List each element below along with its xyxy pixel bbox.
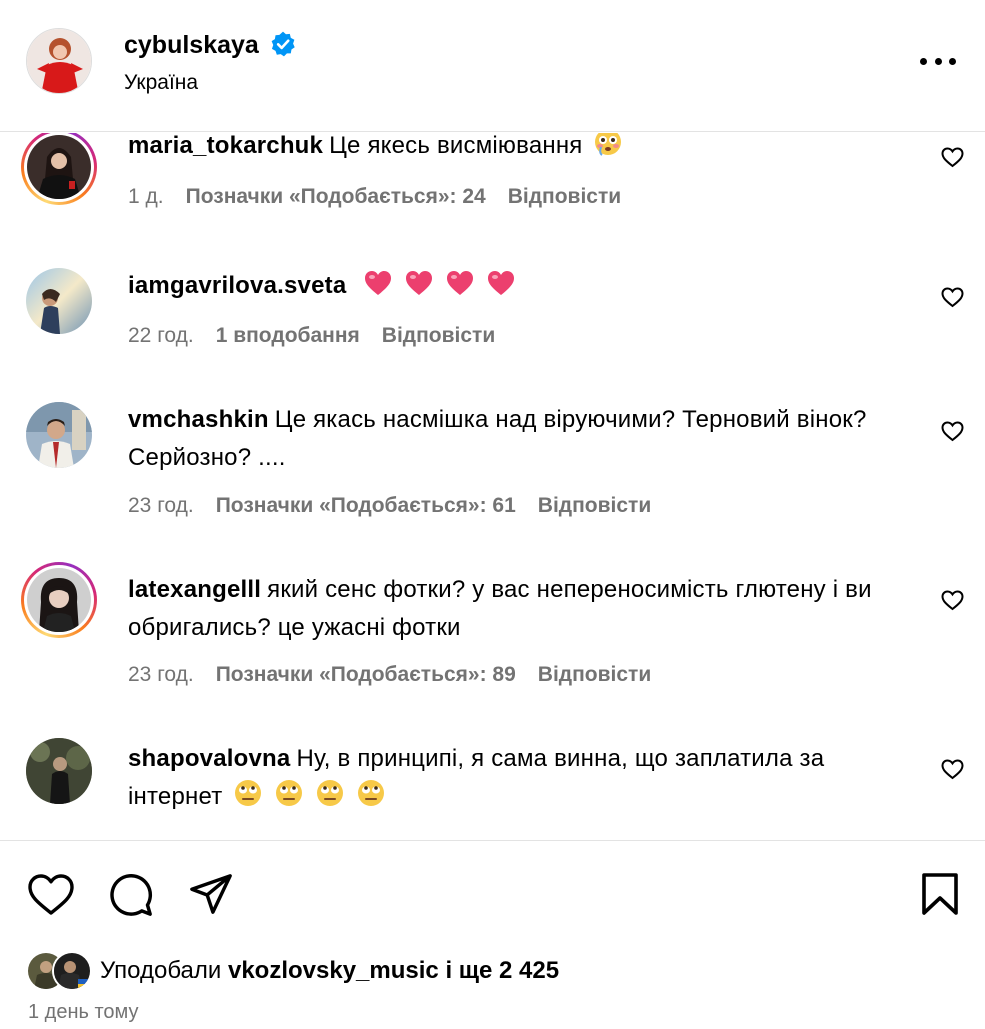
comment-username[interactable]: iamgavrilova.sveta	[128, 272, 346, 299]
heart-emoji-icon	[406, 271, 433, 295]
author-avatar[interactable]	[26, 28, 92, 94]
comment-meta: 1 д. Позначки «Подобається»: 24 Відповісти	[128, 185, 621, 209]
like-comment-heart-icon[interactable]	[940, 145, 965, 169]
like-comment-heart-icon[interactable]	[940, 285, 965, 309]
like-comment-heart-icon[interactable]	[940, 419, 965, 443]
verified-badge-icon	[271, 31, 295, 57]
comment-item: latexangelll який сенс фотки? у вас непер…	[0, 562, 985, 693]
commenter-avatar[interactable]	[21, 133, 97, 205]
comments-list[interactable]: maria_tokarchuk Це якесь висміювання 1 д.…	[0, 133, 985, 839]
comment-text: vmchashkin Це якась насмішка над віруючим…	[128, 401, 918, 477]
flushed-emoji-icon	[595, 133, 622, 156]
comment-text: shapovalovna Ну, в принципі, я сама винна…	[128, 740, 918, 816]
reply-button[interactable]: Відповісти	[538, 663, 651, 686]
likes-prefix: Уподобали	[100, 957, 222, 984]
comment-meta: 22 год. 1 вподобання Відповісти	[128, 324, 495, 348]
comment-likes[interactable]: Позначки «Подобається»: 89	[216, 663, 516, 686]
reply-button[interactable]: Відповісти	[382, 324, 495, 347]
comment-likes[interactable]: 1 вподобання	[216, 324, 360, 347]
commenter-avatar[interactable]	[26, 268, 92, 334]
eye-roll-emoji-icon	[276, 780, 303, 806]
liker-username[interactable]: vkozlovsky_music	[228, 957, 439, 984]
share-send-icon[interactable]	[188, 872, 234, 916]
author-username[interactable]: cybulskaya	[124, 31, 259, 60]
eye-roll-emoji-icon	[357, 780, 384, 806]
reply-button[interactable]: Відповісти	[538, 494, 651, 517]
commenter-avatar[interactable]	[21, 562, 97, 638]
comment-username[interactable]: shapovalovna	[128, 745, 290, 772]
comment-username[interactable]: maria_tokarchuk	[128, 133, 323, 159]
eye-roll-emoji-icon	[317, 780, 344, 806]
more-dot-icon	[920, 57, 927, 65]
more-dot-icon	[949, 57, 956, 65]
comment-item: shapovalovna Ну, в принципі, я сама винна…	[0, 738, 985, 839]
post-timestamp[interactable]: 1 день тому	[28, 1001, 139, 1024]
comment-username[interactable]: latexangelll	[128, 576, 261, 603]
more-dot-icon	[934, 57, 942, 65]
comment-username[interactable]: vmchashkin	[128, 406, 269, 433]
like-comment-heart-icon[interactable]	[940, 588, 965, 612]
comment-bubble-icon[interactable]	[108, 872, 154, 918]
comment-meta: 23 год. Позначки «Подобається»: 89 Відпові…	[128, 663, 651, 687]
post-location[interactable]: Україна	[124, 71, 198, 95]
comment-meta: 23 год. Позначки «Подобається»: 61 Відпові…	[128, 494, 651, 518]
heart-emoji-icon	[365, 271, 392, 295]
more-options-button[interactable]	[920, 55, 956, 67]
comment-text: iamgavrilova.sveta	[128, 267, 918, 305]
heart-emoji-icon	[487, 271, 514, 295]
post-header: cybulskaya Україна	[0, 0, 985, 132]
eye-roll-emoji-icon	[235, 780, 262, 806]
commenter-avatar[interactable]	[26, 402, 92, 468]
comment-likes[interactable]: Позначки «Подобається»: 61	[216, 494, 516, 517]
comment-time[interactable]: 22 год.	[128, 324, 194, 347]
likes-text: Уподобали vkozlovsky_music і ще 2 425	[100, 957, 559, 985]
comment-time[interactable]: 1 д.	[128, 185, 164, 208]
comment-text: latexangelll який сенс фотки? у вас непер…	[128, 571, 918, 647]
commenter-avatar[interactable]	[26, 738, 92, 804]
comment-likes[interactable]: Позначки «Подобається»: 24	[186, 185, 486, 208]
likes-count[interactable]: і ще 2 425	[445, 957, 559, 984]
like-comment-heart-icon[interactable]	[940, 757, 965, 781]
comment-item: maria_tokarchuk Це якесь висміювання 1 д.…	[0, 133, 985, 235]
post-actions-panel: Уподобали vkozlovsky_music і ще 2 425 1 …	[0, 840, 985, 1029]
like-heart-icon[interactable]	[27, 872, 75, 916]
comment-item: iamgavrilova.sveta 22 год. 1 вподобання Ві…	[0, 266, 985, 366]
comment-item: vmchashkin Це якась насмішка над віруючим…	[0, 400, 985, 530]
liker-avatar	[52, 951, 92, 991]
comment-time[interactable]: 23 год.	[128, 494, 194, 517]
heart-emoji-icon	[447, 271, 474, 295]
save-bookmark-icon[interactable]	[920, 872, 960, 916]
comment-body: Це якесь висміювання	[329, 133, 583, 159]
comment-time[interactable]: 23 год.	[128, 663, 194, 686]
comment-text: maria_tokarchuk Це якесь висміювання	[128, 133, 918, 165]
likes-summary[interactable]: Уподобали vkozlovsky_music і ще 2 425	[26, 949, 559, 993]
reply-button[interactable]: Відповісти	[508, 185, 621, 208]
